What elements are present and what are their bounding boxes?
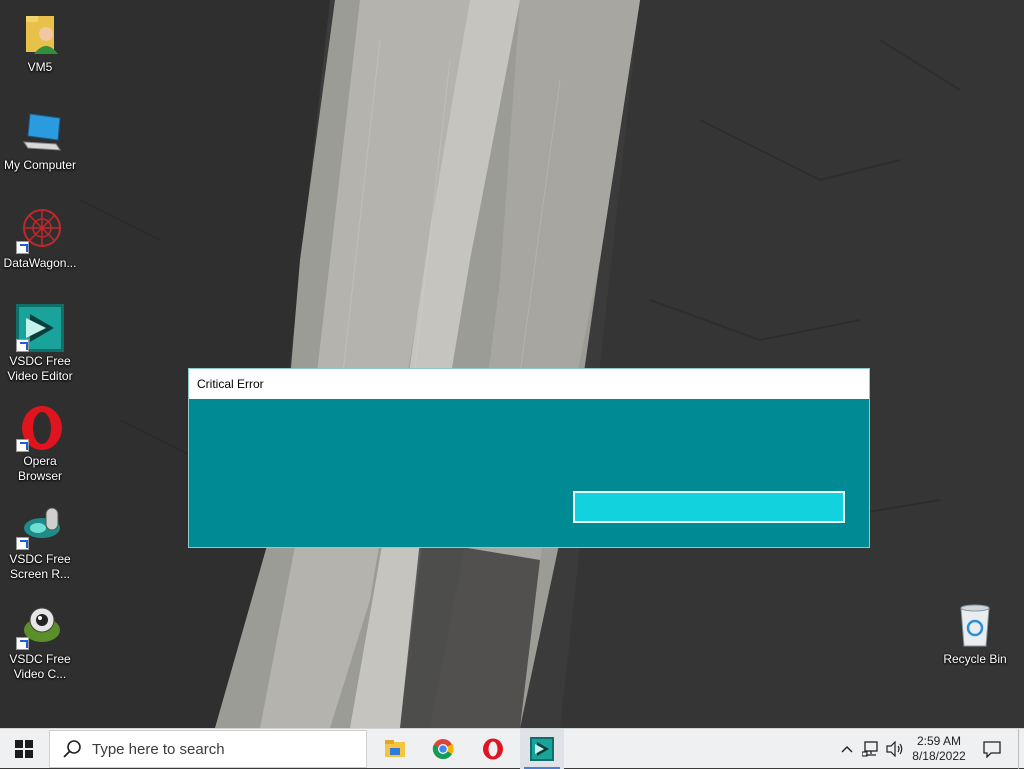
taskbar-file-explorer[interactable]	[372, 729, 418, 769]
chrome-icon	[432, 739, 454, 760]
clock[interactable]: 2:59 AM 8/18/2022	[908, 729, 970, 769]
desktop-icon-vsdc-screen-recorder[interactable]: VSDC Free Screen R...	[1, 502, 79, 582]
dialog-title: Critical Error	[189, 369, 869, 399]
network-icon	[862, 741, 878, 757]
volume-icon	[886, 741, 903, 757]
taskbar: Type here to search 2:59 AM 8/18/2022	[0, 728, 1024, 769]
desktop-icon-my-computer[interactable]: My Computer	[1, 108, 79, 173]
desktop-icon-datawagon[interactable]: DataWagon...	[1, 206, 79, 271]
show-hidden-icons-button[interactable]	[838, 729, 856, 769]
network-button[interactable]	[860, 729, 882, 769]
taskbar-opera[interactable]	[470, 729, 516, 769]
folder-user-icon	[16, 10, 64, 58]
dialog-button[interactable]	[573, 491, 845, 523]
opera-icon	[483, 738, 503, 760]
search-placeholder: Type here to search	[92, 740, 225, 758]
desktop-icon-vsdc-video-editor[interactable]: VSDC Free Video Editor	[1, 304, 79, 384]
vsdc-screen-recorder-icon	[16, 502, 64, 550]
chevron-up-icon	[841, 746, 853, 753]
taskbar-search-box[interactable]: Type here to search	[49, 730, 367, 768]
clock-date: 8/18/2022	[912, 749, 966, 763]
recycle-bin-icon	[951, 602, 999, 650]
desktop-icon-vsdc-video-capture[interactable]: VSDC Free Video C...	[1, 602, 79, 682]
notification-icon	[983, 741, 1001, 758]
shortcut-arrow-icon	[16, 241, 29, 254]
desktop-icon-vm5[interactable]: VM5	[1, 10, 79, 75]
shortcut-arrow-icon	[16, 439, 29, 452]
vsdc-editor-icon	[16, 304, 64, 352]
taskbar-vsdc-editor[interactable]	[520, 729, 564, 769]
desktop-icon-recycle-bin[interactable]: Recycle Bin	[936, 602, 1014, 667]
action-center-button[interactable]	[978, 729, 1006, 769]
clock-time: 2:59 AM	[916, 734, 962, 748]
shortcut-arrow-icon	[16, 339, 29, 352]
vsdc-editor-icon	[530, 737, 554, 761]
desktop-icon-opera[interactable]: Opera Browser	[1, 404, 79, 484]
start-button[interactable]	[0, 729, 48, 769]
file-explorer-icon	[385, 740, 405, 757]
opera-icon	[16, 404, 64, 452]
desktop-icon-label: VSDC Free Video C...	[9, 652, 71, 681]
desktop-wallpaper	[0, 0, 1024, 728]
desktop-icon-label: My Computer	[3, 158, 77, 172]
vsdc-video-capture-icon	[16, 602, 64, 650]
desktop-icon-label: VM5	[27, 60, 53, 74]
desktop-icon-label: Opera Browser	[17, 454, 62, 483]
datawagon-icon	[16, 206, 64, 254]
windows-logo-icon	[15, 740, 33, 758]
desktop-icon-label: DataWagon...	[3, 256, 77, 270]
shortcut-arrow-icon	[16, 637, 29, 650]
desktop-icon-label: VSDC Free Video Editor	[7, 354, 73, 383]
critical-error-dialog: Critical Error	[189, 369, 869, 547]
taskbar-chrome[interactable]	[420, 729, 466, 769]
show-desktop-button[interactable]	[1018, 729, 1024, 769]
volume-button[interactable]	[884, 729, 906, 769]
shortcut-arrow-icon	[16, 537, 29, 550]
desktop-icon-label: Recycle Bin	[943, 652, 1007, 666]
desktop-icon-label: VSDC Free Screen R...	[9, 552, 71, 581]
computer-icon	[16, 108, 64, 156]
search-icon	[63, 740, 81, 758]
